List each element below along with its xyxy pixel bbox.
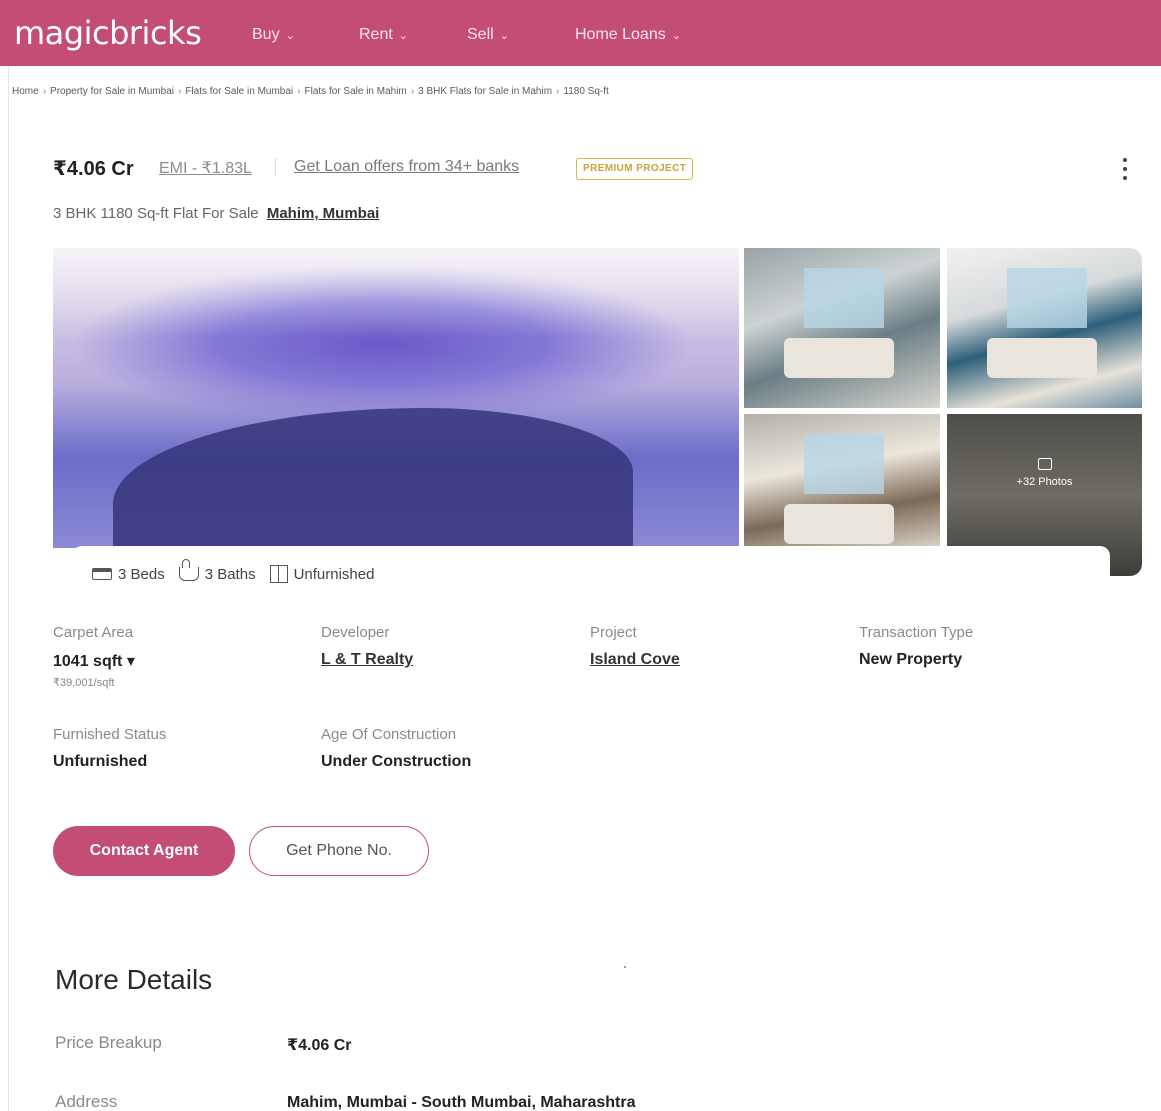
carpet-area-label: Carpet Area [53, 624, 134, 641]
photo-thumbnail[interactable] [744, 414, 940, 546]
get-phone-button[interactable]: Get Phone No. [249, 826, 429, 876]
developer-link[interactable]: L & T Realty [321, 651, 413, 669]
nav-buy-label: Buy [252, 26, 280, 43]
developer-label: Developer [321, 624, 390, 641]
divider [275, 158, 276, 176]
nav-buy[interactable]: Buy ⌄ [252, 26, 295, 44]
project-label: Project [590, 624, 637, 641]
furnished-status-value: Unfurnished [53, 753, 148, 770]
feature-furnishing: Unfurnished [269, 565, 375, 583]
furnished-status-label: Furnished Status [53, 726, 167, 743]
furnishing-icon [269, 565, 288, 583]
loan-offers-link[interactable]: Get Loan offers from 34+ banks [294, 158, 519, 176]
breadcrumb-property-sale-mumbai[interactable]: Property for Sale in Mumbai [50, 86, 174, 97]
window-shape [804, 434, 884, 494]
photo-highlight [53, 248, 739, 338]
breadcrumb: Home › Property for Sale in Mumbai › Fla… [12, 86, 609, 97]
breadcrumb-separator: › [410, 86, 415, 97]
project-link[interactable]: Island Cove [590, 651, 680, 669]
feature-beds: 3 Beds [92, 566, 165, 583]
address-value: Mahim, Mumbai - South Mumbai, Maharashtr… [287, 1094, 636, 1111]
nav-sell[interactable]: Sell ⌄ [467, 26, 509, 44]
furnishing-label: Unfurnished [293, 565, 375, 583]
bed-shape [784, 338, 894, 378]
baths-label: 3 Baths [204, 565, 256, 583]
photo-shadow [113, 408, 633, 548]
top-navigation-bar: magicbricks Buy ⌄ Rent ⌄ Sell ⌄ Home Loa… [0, 0, 1161, 66]
transaction-type-value: New Property [859, 651, 963, 668]
bed-shape [987, 338, 1097, 378]
breadcrumb-flats-sale-mumbai[interactable]: Flats for Sale in Mumbai [185, 86, 293, 97]
nav-sell-label: Sell [467, 26, 494, 43]
breadcrumb-separator: › [42, 86, 47, 97]
site-logo[interactable]: magicbricks [14, 14, 202, 52]
stray-dot [624, 966, 626, 968]
breadcrumb-separator: › [297, 86, 301, 97]
window-shape [804, 268, 884, 328]
listing-subtitle: 3 BHK 1180 Sq-ft Flat For Sale Mahim, Mu… [53, 205, 379, 222]
more-photos-overlay: +32 Photos [947, 458, 1142, 488]
feature-strip: 3 Beds 3 Baths Unfurnished [72, 546, 1110, 602]
age-of-construction-value: Under Construction [321, 753, 472, 770]
transaction-type-label: Transaction Type [859, 624, 974, 641]
listing-price: ₹4.06 Cr [53, 158, 134, 180]
price-breakup-label: Price Breakup [55, 1033, 162, 1052]
emi-link[interactable]: EMI - ₹1.83L [159, 158, 252, 178]
chevron-down-icon: ⌄ [398, 29, 409, 42]
more-photos-count: +32 Photos [1016, 476, 1073, 488]
location-link[interactable]: Mahim, Mumbai [267, 205, 380, 222]
more-details-title: More Details [55, 964, 213, 995]
chevron-down-icon: ⌄ [499, 29, 509, 42]
breadcrumb-3bhk-mahim[interactable]: 3 BHK Flats for Sale in Mahim [418, 86, 552, 97]
more-options-icon[interactable] [1117, 156, 1133, 182]
bath-icon [178, 559, 199, 581]
feature-baths: 3 Baths [178, 559, 256, 583]
address-label: Address [55, 1092, 118, 1111]
price-per-sqft: ₹39,001/sqft [53, 677, 115, 689]
beds-label: 3 Beds [118, 565, 165, 583]
age-of-construction-label: Age Of Construction [321, 726, 457, 743]
price-breakup-value: ₹4.06 Cr [287, 1037, 352, 1054]
bed-shape [784, 504, 894, 544]
listing-title: 3 BHK 1180 Sq-ft Flat For Sale [53, 205, 259, 222]
breadcrumb-flats-sale-mahim[interactable]: Flats for Sale in Mahim [305, 86, 407, 97]
window-shape [1007, 268, 1087, 328]
chevron-down-icon: ⌄ [671, 29, 681, 42]
photo-thumbnail[interactable] [947, 248, 1142, 408]
nav-home-loans[interactable]: Home Loans ⌄ [575, 26, 681, 44]
nav-rent[interactable]: Rent ⌄ [359, 26, 408, 44]
premium-project-badge: PREMIUM PROJECT [576, 158, 694, 180]
breadcrumb-home[interactable]: Home [12, 86, 39, 97]
nav-rent-label: Rent [359, 26, 393, 43]
contact-agent-button[interactable]: Contact Agent [53, 826, 235, 876]
chevron-down-icon: ⌄ [285, 29, 295, 42]
gallery-icon [1037, 458, 1052, 470]
breadcrumb-current: 1180 Sq-ft [563, 86, 609, 97]
photo-thumbnail[interactable] [744, 248, 940, 408]
carpet-area-value[interactable]: 1041 sqft ▾ [53, 651, 135, 671]
page-left-border [8, 66, 9, 1111]
main-photo[interactable] [53, 248, 739, 548]
nav-home-loans-label: Home Loans [575, 26, 666, 43]
breadcrumb-separator: › [177, 86, 182, 97]
breadcrumb-separator: › [556, 86, 560, 97]
bed-icon [92, 568, 112, 580]
